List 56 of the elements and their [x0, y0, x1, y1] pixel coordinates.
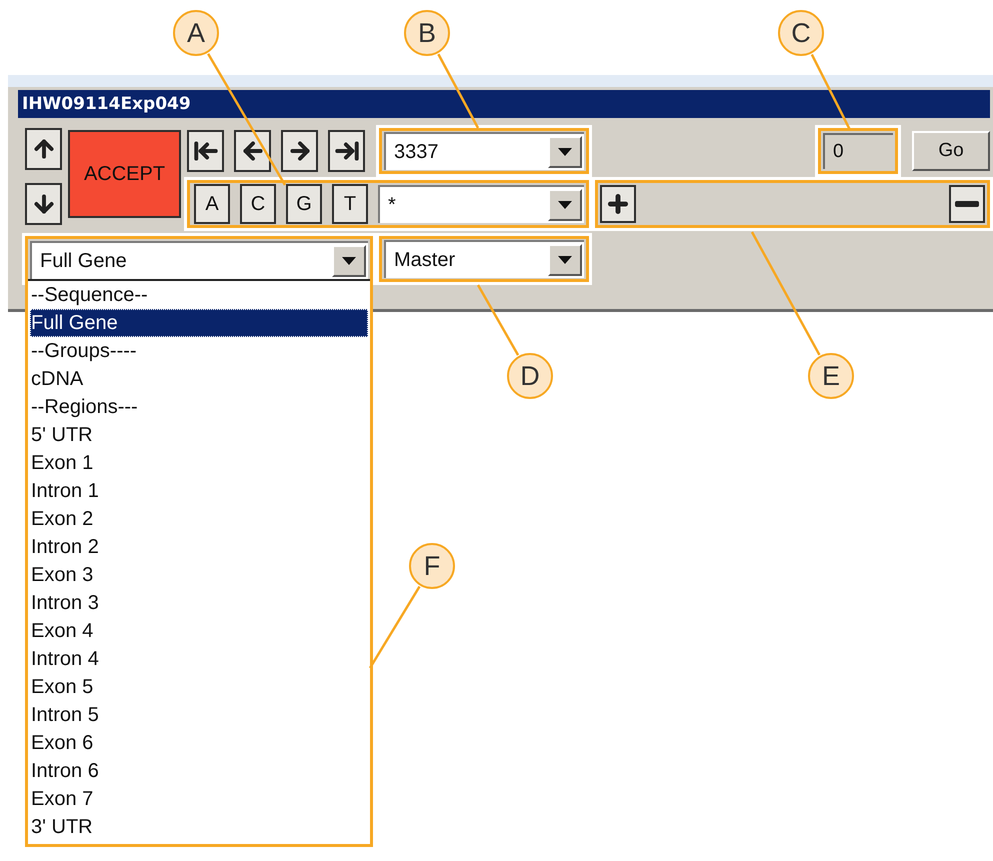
- list-item[interactable]: Exon 2: [30, 505, 368, 533]
- list-item[interactable]: --Groups----: [30, 337, 368, 365]
- list-item[interactable]: Intron 1: [30, 477, 368, 505]
- list-item[interactable]: Exon 6: [30, 729, 368, 757]
- base-button[interactable]: G: [286, 184, 322, 224]
- down-arrow-button[interactable]: [25, 183, 62, 225]
- base-button[interactable]: C: [240, 184, 276, 224]
- caret-icon: [558, 148, 572, 156]
- caret-icon: [342, 257, 356, 265]
- next-button[interactable]: [281, 130, 318, 172]
- list-item[interactable]: Exon 4: [30, 617, 368, 645]
- plus-icon: [605, 191, 631, 217]
- list-item[interactable]: 3' UTR: [30, 813, 368, 841]
- callout-label: A: [173, 10, 219, 56]
- base-button[interactable]: A: [194, 184, 230, 224]
- dropdown-button[interactable]: [548, 136, 582, 168]
- dropdown-button[interactable]: [548, 244, 582, 276]
- last-button[interactable]: [328, 130, 365, 172]
- plus-button[interactable]: [600, 185, 636, 223]
- list-item[interactable]: Exon 7: [30, 785, 368, 813]
- list-item[interactable]: Exon 1: [30, 449, 368, 477]
- minus-button[interactable]: [949, 185, 985, 223]
- callout-label: D: [507, 353, 553, 399]
- region-combobox[interactable]: Full Gene: [30, 241, 368, 279]
- filter-combobox[interactable]: *: [378, 185, 584, 223]
- window-title: IHW09114Exp049: [22, 94, 191, 114]
- mode-combobox[interactable]: Master: [384, 240, 584, 278]
- accept-button[interactable]: ACCEPT: [68, 130, 181, 218]
- up-arrow-button[interactable]: [25, 128, 62, 170]
- list-item[interactable]: --Regions---: [30, 393, 368, 421]
- list-item[interactable]: Intron 3: [30, 589, 368, 617]
- go-button[interactable]: Go: [912, 131, 990, 171]
- callout-label: E: [808, 353, 854, 399]
- list-item[interactable]: --Sequence--: [30, 281, 368, 309]
- dropdown-button[interactable]: [548, 189, 582, 221]
- list-item[interactable]: Intron 6: [30, 757, 368, 785]
- dropdown-button[interactable]: [332, 245, 366, 277]
- list-item[interactable]: Intron 2: [30, 533, 368, 561]
- caret-icon: [558, 256, 572, 264]
- callout-label: B: [404, 10, 450, 56]
- callout-label: F: [409, 543, 455, 589]
- list-item[interactable]: cDNA: [30, 365, 368, 393]
- first-button[interactable]: [187, 130, 224, 172]
- offset-field[interactable]: 0: [823, 133, 893, 169]
- callout-label: C: [778, 10, 824, 56]
- list-item[interactable]: Exon 3: [30, 561, 368, 589]
- list-item[interactable]: Full Gene: [30, 309, 368, 337]
- base-button[interactable]: T: [332, 184, 368, 224]
- previous-button[interactable]: [234, 130, 271, 172]
- position-combobox[interactable]: 3337: [384, 132, 584, 170]
- caret-icon: [558, 201, 572, 209]
- list-item[interactable]: 5' UTR: [30, 421, 368, 449]
- list-item[interactable]: Exon 5: [30, 673, 368, 701]
- minus-icon: [955, 201, 979, 207]
- list-item[interactable]: Intron 5: [30, 701, 368, 729]
- list-item[interactable]: Intron 4: [30, 645, 368, 673]
